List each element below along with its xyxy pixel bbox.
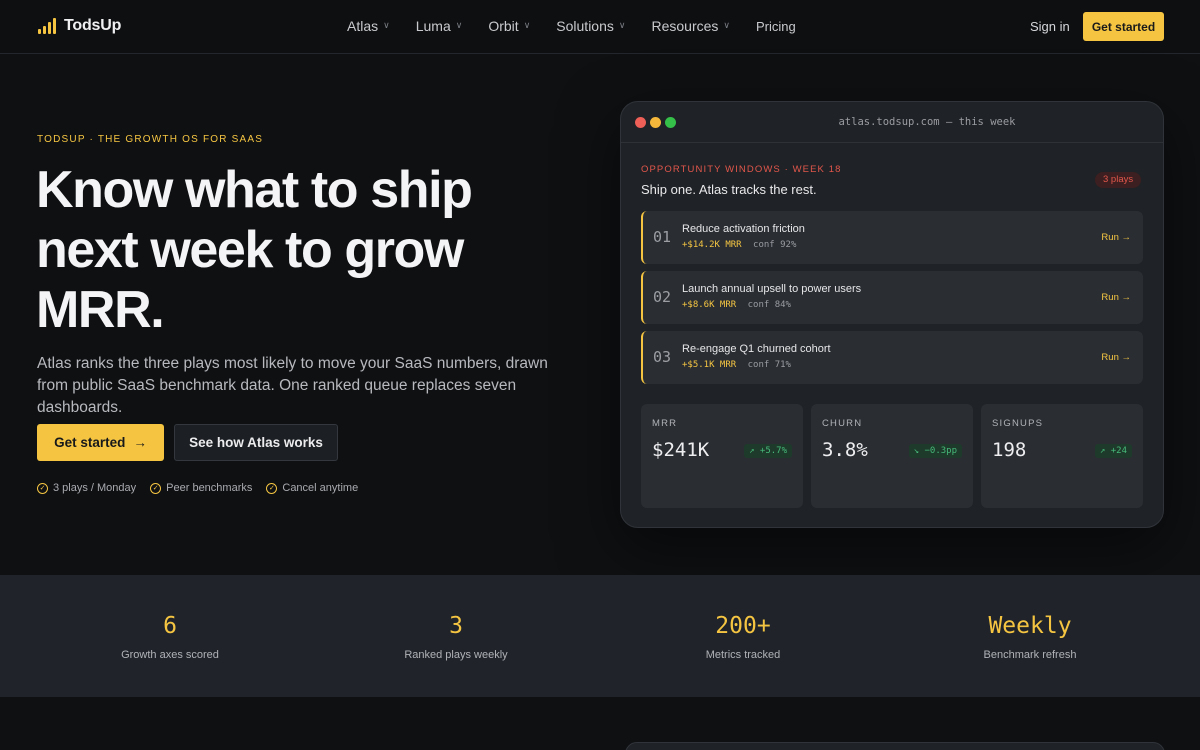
top-nav: TodsUp Atlas ∨ Luma ∨ Orbit ∨ Solutions … (0, 0, 1200, 54)
chevron-down-icon: ∨ (618, 19, 626, 30)
nav-item-label: Resources (651, 18, 719, 34)
metric-label: SIGNUPS (992, 418, 1044, 429)
bullet-item: ✓ Peer benchmarks (150, 482, 252, 494)
play-rank: 02 (653, 288, 672, 306)
stat-value: Weekly (988, 613, 1072, 639)
nav-item-pricing[interactable]: Pricing (756, 18, 796, 34)
stat-label: Benchmark refresh (983, 649, 1077, 661)
nav-item-orbit[interactable]: Orbit ∨ (488, 18, 530, 34)
play-confidence: conf 92% (753, 240, 797, 250)
play-rank: 03 (653, 348, 672, 366)
nav-item-resources[interactable]: Resources ∨ (651, 18, 730, 34)
chevron-down-icon: ∨ (383, 19, 390, 30)
stat-label: Growth axes scored (121, 649, 219, 661)
stat-label: Ranked plays weekly (404, 649, 508, 661)
get-started-button-nav[interactable]: Get started (1083, 12, 1164, 41)
metric-label: MRR (652, 418, 678, 429)
play-rank: 01 (653, 228, 672, 246)
nav-links: Atlas ∨ Luma ∨ Orbit ∨ Solutions ∨ Resou… (347, 18, 796, 34)
play-meta: +$5.1K MRR conf 71% (682, 360, 791, 370)
play-title: Reduce activation friction (682, 223, 805, 235)
hero-lede: Atlas ranks the three plays most likely … (37, 355, 548, 416)
play-meta: +$14.2K MRR conf 92% (682, 240, 796, 250)
window-titlebar: atlas.todsup.com — this week (621, 102, 1163, 143)
bullet-label: Cancel anytime (282, 482, 359, 494)
nav-item-label: Solutions (556, 18, 614, 34)
metric-card-churn: CHURN 3.8% ↘ −0.3pp (811, 404, 973, 508)
check-circle-icon: ✓ (266, 482, 278, 494)
arrow-right-icon: → (133, 435, 147, 450)
play-mrr-impact: +$5.1K MRR (682, 360, 737, 370)
window-url: atlas.todsup.com — this week (838, 116, 1016, 128)
play-mrr-impact: +$14.2K MRR (682, 240, 742, 250)
play-row[interactable]: 02 Launch annual upsell to power users +… (641, 271, 1143, 324)
chevron-down-icon: ∨ (455, 19, 463, 30)
run-play-button[interactable]: Run → (1101, 292, 1131, 303)
nav-item-label: Luma (415, 18, 451, 34)
check-circle-icon: ✓ (37, 482, 48, 494)
bullet-item: ✓ 3 plays / Monday (37, 482, 136, 494)
chevron-down-icon: ∨ (523, 19, 531, 30)
play-confidence: conf 71% (747, 360, 791, 370)
metric-value: 198 (992, 439, 1027, 461)
stat-label: Metrics tracked (705, 649, 781, 661)
play-meta: +$8.6K MRR conf 84% (682, 300, 791, 310)
bullet-item: ✓ Cancel anytime (266, 482, 358, 494)
play-confidence: conf 84% (747, 300, 791, 310)
stat-value: 3 (449, 613, 463, 639)
nav-item-label: Atlas (347, 18, 379, 34)
play-row[interactable]: 03 Re-engage Q1 churned cohort +$5.1K MR… (641, 331, 1143, 384)
brand-name: TodsUp (64, 17, 122, 34)
button-label: Get started (54, 435, 126, 450)
play-title: Launch annual upsell to power users (682, 283, 862, 295)
run-play-button[interactable]: Run → (1101, 352, 1131, 363)
metric-value: 3.8% (822, 439, 868, 461)
chevron-down-icon: ∨ (723, 19, 730, 30)
run-play-button[interactable]: Run → (1101, 232, 1131, 243)
check-circle-icon: ✓ (150, 482, 162, 494)
atlas-preview-window: atlas.todsup.com — this week OPPORTUNITY… (620, 101, 1164, 528)
brand-logo[interactable]: TodsUp (38, 17, 121, 35)
metric-delta-badge: ↗ +24 (1094, 444, 1132, 458)
play-row[interactable]: 01 Reduce activation friction +$14.2K MR… (641, 211, 1143, 264)
metric-delta-badge: ↘ −0.3pp (908, 444, 962, 458)
nav-item-label: Orbit (488, 18, 519, 34)
nav-item-luma[interactable]: Luma ∨ (416, 18, 463, 34)
metric-card-mrr: MRR $241K ↗ +5.7% (641, 404, 803, 508)
nav-item-atlas[interactable]: Atlas ∨ (347, 18, 390, 34)
next-section-card-peek (625, 742, 1165, 750)
hero-headline: Know what to ship next week to grow MRR. (36, 161, 473, 339)
play-mrr-impact: +$8.6K MRR (682, 300, 737, 310)
stat-value: 200+ (715, 613, 771, 639)
hero-bullets: ✓ 3 plays / Monday ✓ Peer benchmarks ✓ C… (37, 482, 358, 494)
metric-card-signups: SIGNUPS 198 ↗ +24 (981, 404, 1143, 508)
metric-value: $241K (652, 439, 710, 461)
section-label: OPPORTUNITY WINDOWS · WEEK 18 (641, 164, 842, 175)
stat-value: 6 (163, 613, 177, 639)
sign-in-link[interactable]: Sign in (1030, 19, 1070, 34)
play-title: Re-engage Q1 churned cohort (682, 343, 831, 355)
metric-delta-badge: ↗ +5.7% (744, 444, 792, 458)
plays-count-badge: 3 plays (1095, 172, 1142, 188)
bullet-label: 3 plays / Monday (53, 482, 137, 494)
section-subtitle: Ship one. Atlas tracks the rest. (641, 182, 817, 197)
hero-eyebrow: TODSUP · THE GROWTH OS FOR SAAS (37, 134, 264, 145)
stats-band: 6 Growth axes scored 3 Ranked plays week… (0, 575, 1200, 697)
nav-item-label: Pricing (755, 19, 796, 34)
metric-label: CHURN (822, 418, 863, 429)
bullet-label: Peer benchmarks (166, 482, 253, 494)
get-started-button[interactable]: Get started → (37, 424, 164, 461)
see-how-atlas-works-button[interactable]: See how Atlas works (174, 424, 338, 461)
nav-item-solutions[interactable]: Solutions ∨ (556, 18, 625, 34)
bar-chart-icon (38, 18, 56, 34)
